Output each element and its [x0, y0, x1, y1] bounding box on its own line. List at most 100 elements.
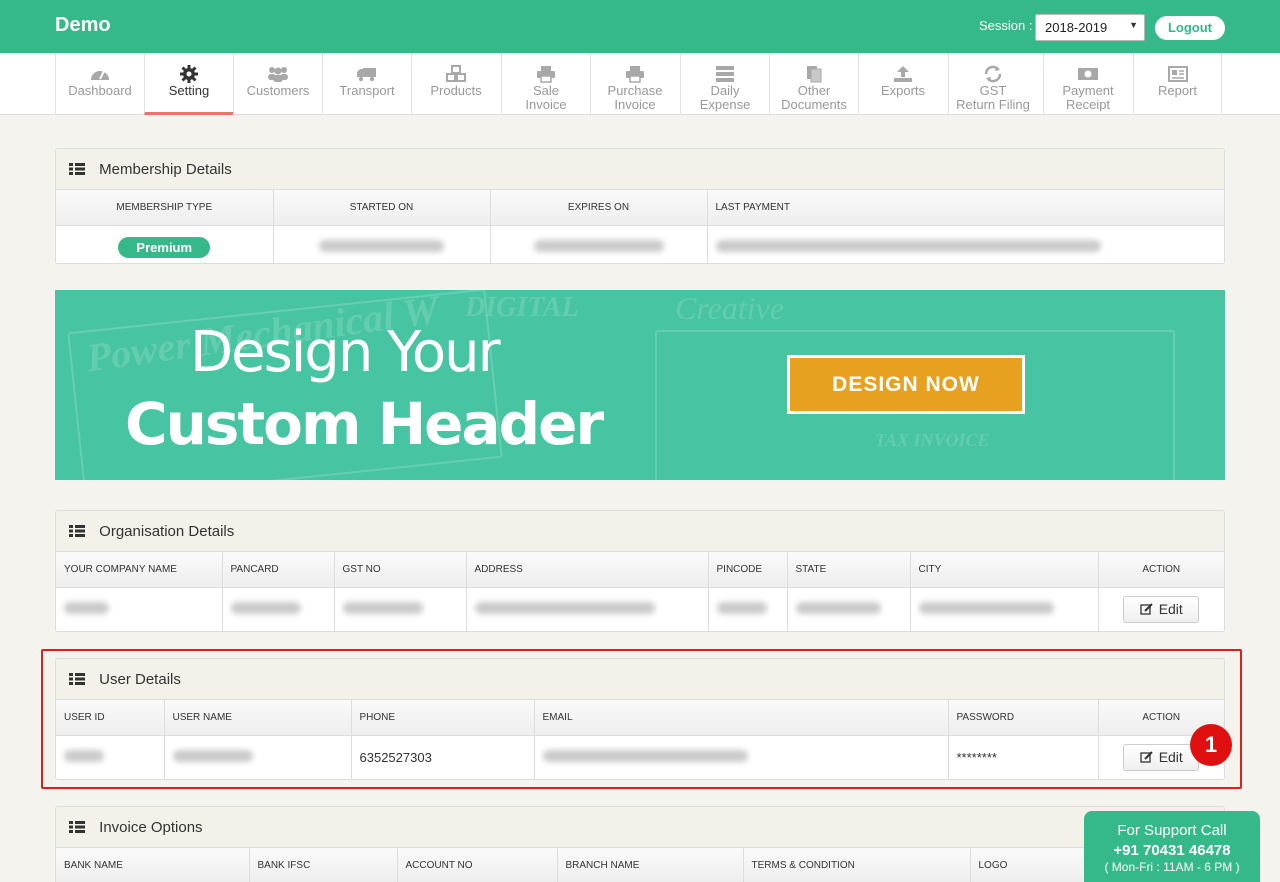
support-widget[interactable]: For Support Call +91 70431 46478 ( Mon-F…	[1084, 811, 1260, 882]
top-bar: Demo Session : 2018-2019 ▼ Logout	[0, 0, 1280, 53]
users-icon	[268, 67, 288, 82]
nav-customers[interactable]: Customers	[233, 53, 322, 115]
panel-header: Organisation Details	[56, 511, 1224, 552]
started-on-cell	[273, 225, 491, 263]
nav-label: Receipt	[1065, 97, 1111, 112]
list-icon	[69, 821, 85, 833]
redacted-value	[64, 601, 109, 614]
newspaper-icon	[1167, 66, 1188, 82]
edit-icon	[1140, 603, 1153, 615]
edit-organisation-button[interactable]: Edit	[1123, 595, 1200, 623]
nav-label: Report	[1157, 83, 1198, 98]
nav-label: Documents	[781, 97, 847, 112]
nav-gst-return-filing[interactable]: GST Return Filing	[948, 53, 1037, 115]
highlight-box	[41, 649, 1242, 789]
nav-other-documents[interactable]: Other Documents	[769, 53, 858, 115]
panel-title: Organisation Details	[99, 523, 235, 540]
address-cell	[466, 587, 709, 631]
printer-icon	[626, 66, 644, 83]
support-phone: +91 70431 46478	[1113, 842, 1231, 859]
nav-sale-invoice[interactable]: Sale Invoice	[501, 53, 590, 115]
nav-label: Expense	[699, 97, 751, 112]
column-header: TERMS & CONDITION	[743, 848, 971, 882]
membership-type-cell: Premium	[56, 225, 274, 263]
table-row: Edit	[56, 587, 1224, 631]
membership-table: MEMBERSHIP TYPE STARTED ON EXPIRES ON LA…	[56, 190, 1224, 263]
pincode-cell	[708, 587, 788, 631]
nav-payment-receipt[interactable]: Payment Receipt	[1043, 53, 1132, 115]
nav-label: GST	[979, 83, 1007, 98]
nav-label: Customers	[246, 83, 310, 98]
logout-button[interactable]: Logout	[1155, 16, 1225, 40]
design-now-button[interactable]: DESIGN NOW	[787, 355, 1025, 414]
step-number-badge: 1	[1190, 724, 1232, 766]
panel-title: Invoice Options	[99, 819, 203, 836]
nav-label: Sale	[532, 83, 560, 98]
membership-panel: Membership Details MEMBERSHIP TYPE START…	[55, 148, 1225, 264]
invoice-options-panel: Invoice Options BANK NAME BANK IFSC ACCO…	[55, 806, 1225, 882]
last-payment-cell	[707, 225, 1224, 263]
banner-bg-text: Creative	[675, 290, 784, 326]
nav-label: Daily	[710, 83, 740, 98]
nav-label: Invoice	[614, 97, 656, 112]
session-label: Session :	[979, 18, 1033, 33]
column-header: STATE	[787, 552, 911, 588]
column-header: ACTION	[1098, 552, 1224, 588]
banner-title-line1: Design Your	[190, 320, 501, 385]
column-header: EXPIRES ON	[490, 190, 708, 226]
action-cell: Edit	[1098, 587, 1224, 631]
nav-exports[interactable]: Exports	[858, 53, 947, 115]
column-header: PINCODE	[708, 552, 788, 588]
column-header: STARTED ON	[273, 190, 491, 226]
nav-report[interactable]: Report	[1133, 53, 1222, 115]
company-name-cell	[56, 587, 223, 631]
pancard-cell	[222, 587, 335, 631]
session-select[interactable]: 2018-2019 ▼	[1035, 14, 1145, 41]
gst-no-cell	[334, 587, 467, 631]
nav-label: Dashboard	[68, 83, 132, 98]
column-header: LAST PAYMENT	[707, 190, 1224, 226]
column-header: YOUR COMPANY NAME	[56, 552, 223, 588]
redacted-value	[319, 239, 444, 252]
support-hours: ( Mon-Fri : 11AM - 6 PM )	[1104, 860, 1240, 874]
nav-label: Purchase	[607, 83, 663, 98]
nav-daily-expense[interactable]: Daily Expense	[680, 53, 769, 115]
city-cell	[910, 587, 1099, 631]
redacted-value	[918, 601, 1054, 614]
nav-label: Transport	[339, 83, 395, 98]
redacted-value	[716, 601, 767, 614]
printer-icon	[537, 66, 555, 83]
list-icon	[69, 525, 85, 537]
nav-label: Products	[430, 83, 482, 98]
redacted-value	[533, 239, 664, 252]
column-header: CITY	[910, 552, 1099, 588]
column-header: BRANCH NAME	[557, 848, 744, 882]
column-header: BANK NAME	[56, 848, 250, 882]
money-icon	[1078, 68, 1098, 80]
nav-label: Other	[797, 83, 831, 98]
upload-icon	[894, 66, 912, 82]
design-header-banner[interactable]: Power Mechanical W DIGITAL TAX INVOICE C…	[55, 290, 1225, 480]
column-header: MEMBERSHIP TYPE	[56, 190, 274, 226]
expires-on-cell	[490, 225, 708, 263]
nav-dashboard[interactable]: Dashboard	[55, 53, 144, 115]
main-nav: Dashboard Setting Customers Transport Pr…	[0, 53, 1280, 115]
nav-products[interactable]: Products	[411, 53, 500, 115]
session-value: 2018-2019	[1045, 20, 1108, 35]
banner-title-line2: Custom Header	[125, 390, 604, 458]
nav-purchase-invoice[interactable]: Purchase Invoice	[590, 53, 679, 115]
truck-icon	[357, 68, 376, 82]
documents-icon	[807, 66, 822, 83]
nav-label: Setting	[168, 83, 210, 98]
panel-header: Membership Details	[56, 149, 1224, 190]
refresh-icon	[984, 65, 1002, 83]
membership-badge: Premium	[118, 236, 211, 258]
redacted-value	[795, 601, 881, 614]
chevron-down-icon: ▼	[1129, 20, 1138, 30]
nav-transport[interactable]: Transport	[322, 53, 411, 115]
nav-setting[interactable]: Setting	[144, 53, 233, 115]
banner-bg-text: TAX INVOICE	[875, 430, 990, 450]
brand-title: Demo	[55, 14, 111, 36]
nav-label: Payment	[1062, 83, 1114, 98]
redacted-value	[342, 601, 423, 614]
